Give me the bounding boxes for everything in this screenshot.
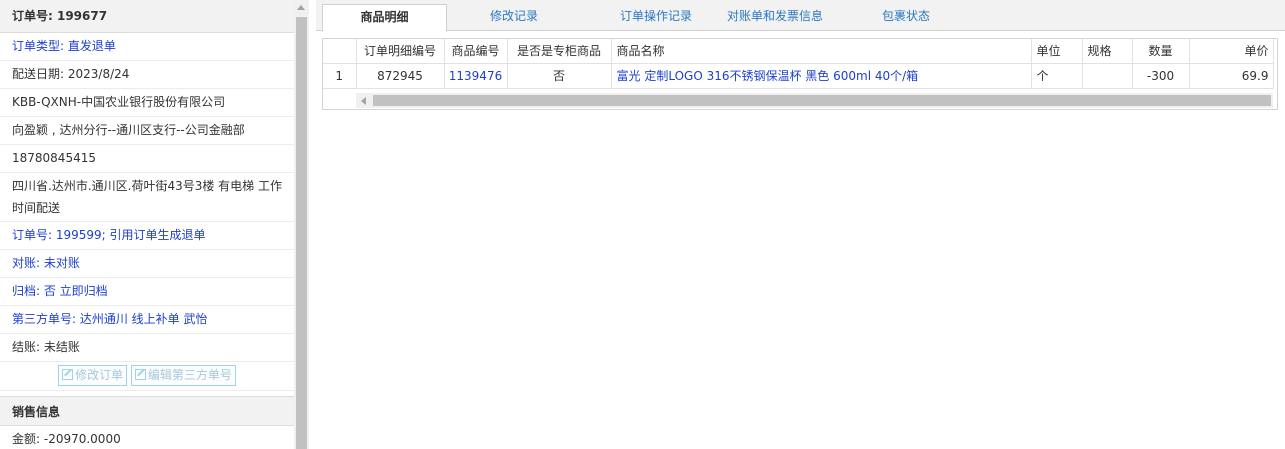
- cell-product-name-link[interactable]: 富光 定制LOGO 316不锈钢保温杯 黑色 600ml 40个/箱: [611, 63, 1032, 89]
- cell-unit: 个: [1031, 63, 1083, 89]
- column-header-detail-no[interactable]: 订单明细编号: [356, 39, 445, 64]
- grid-horizontal-scrollbar[interactable]: [356, 93, 1273, 108]
- column-header-product-name[interactable]: 商品名称: [611, 39, 1032, 64]
- row-number: 1: [323, 63, 357, 89]
- product-detail-table: 订单明细编号 商品编号 是否是专柜商品 商品名称 单位 规格 数量 单价 1 8…: [323, 39, 1274, 89]
- delivery-address: 四川省.达州市.通川区.荷叶街43号3楼 有电梯 工作时间配送: [0, 173, 294, 222]
- contact-department: 向盈颖 , 达州分行--通川区支行--公司金融部: [0, 117, 294, 145]
- third-party-order-number[interactable]: 第三方单号: 达州通川 线上补单 武怡: [0, 306, 294, 334]
- edit-icon: [134, 369, 146, 380]
- tab-product-details[interactable]: 商品明细: [322, 4, 447, 32]
- column-header-is-counter[interactable]: 是否是专柜商品: [507, 39, 612, 64]
- tab-order-operation-log[interactable]: 订单操作记录: [596, 4, 716, 31]
- left-scrollbar[interactable]: [294, 0, 309, 449]
- cell-is-counter: 否: [507, 63, 612, 89]
- cell-product-no-link[interactable]: 1139476: [444, 63, 508, 89]
- reconciliation-status[interactable]: 对账: 未对账: [0, 250, 294, 278]
- cell-unit-price: 69.9: [1189, 63, 1274, 89]
- order-number-title: 订单号: 199677: [0, 0, 294, 33]
- settlement-status: 结账: 未结账: [0, 334, 294, 362]
- cell-detail-no: 872945: [356, 63, 445, 89]
- column-header-quantity[interactable]: 数量: [1132, 39, 1190, 64]
- table-row[interactable]: 1 872945 1139476 否 富光 定制LOGO 316不锈钢保温杯 黑…: [323, 63, 1274, 89]
- archive-status[interactable]: 归档: 否 立即归档: [0, 278, 294, 306]
- cell-spec: [1082, 63, 1133, 89]
- product-detail-grid: 订单明细编号 商品编号 是否是专柜商品 商品名称 单位 规格 数量 单价 1 8…: [322, 38, 1278, 110]
- scroll-up-arrow-icon[interactable]: [297, 5, 305, 10]
- order-info-content: 订单号: 199677 订单类型: 直发退单 配送日期: 2023/8/24 K…: [0, 0, 294, 449]
- delivery-date: 配送日期: 2023/8/24: [0, 61, 294, 89]
- edit-third-party-label: 编辑第三方单号: [147, 368, 232, 382]
- customer-company: KBB-QXNH-中国农业银行股份有限公司: [0, 89, 294, 117]
- column-header-unit[interactable]: 单位: [1031, 39, 1083, 64]
- column-header-unit-price[interactable]: 单价: [1189, 39, 1274, 64]
- order-info-panel: 订单号: 199677 订单类型: 直发退单 配送日期: 2023/8/24 K…: [0, 0, 309, 449]
- scroll-left-arrow-icon[interactable]: [361, 97, 366, 105]
- edit-third-party-number-button[interactable]: 编辑第三方单号: [130, 365, 236, 386]
- edit-icon: [62, 369, 74, 380]
- edit-order-button[interactable]: 修改订单: [58, 365, 128, 386]
- tab-bar: 商品明细 修改记录 订单操作记录 对账单和发票信息 包裹状态: [316, 0, 1285, 32]
- contact-phone: 18780845415: [0, 145, 294, 173]
- order-type[interactable]: 订单类型: 直发退单: [0, 33, 294, 61]
- scrollbar-thumb[interactable]: [373, 95, 1271, 106]
- order-action-buttons: 修改订单 编辑第三方单号: [0, 362, 294, 391]
- cell-quantity: -300: [1132, 63, 1190, 89]
- tab-modification-history[interactable]: 修改记录: [464, 4, 564, 31]
- tab-package-status[interactable]: 包裹状态: [861, 4, 951, 31]
- edit-order-label: 修改订单: [75, 368, 124, 382]
- sales-info-title: 销售信息: [0, 396, 294, 426]
- column-header-spec[interactable]: 规格: [1082, 39, 1133, 64]
- referenced-order[interactable]: 订单号: 199599; 引用订单生成退单: [0, 222, 294, 250]
- tab-statement-invoice-info[interactable]: 对账单和发票信息: [716, 4, 834, 31]
- detail-panel: 商品明细 修改记录 订单操作记录 对账单和发票信息 包裹状态 订单明细编号 商品…: [316, 0, 1285, 449]
- scrollbar-thumb[interactable]: [296, 17, 307, 449]
- column-header-product-no[interactable]: 商品编号: [444, 39, 508, 64]
- sales-amount: 金额: -20970.0000: [0, 426, 294, 449]
- row-number-header: [323, 39, 357, 64]
- table-header-row: 订单明细编号 商品编号 是否是专柜商品 商品名称 单位 规格 数量 单价: [323, 39, 1274, 64]
